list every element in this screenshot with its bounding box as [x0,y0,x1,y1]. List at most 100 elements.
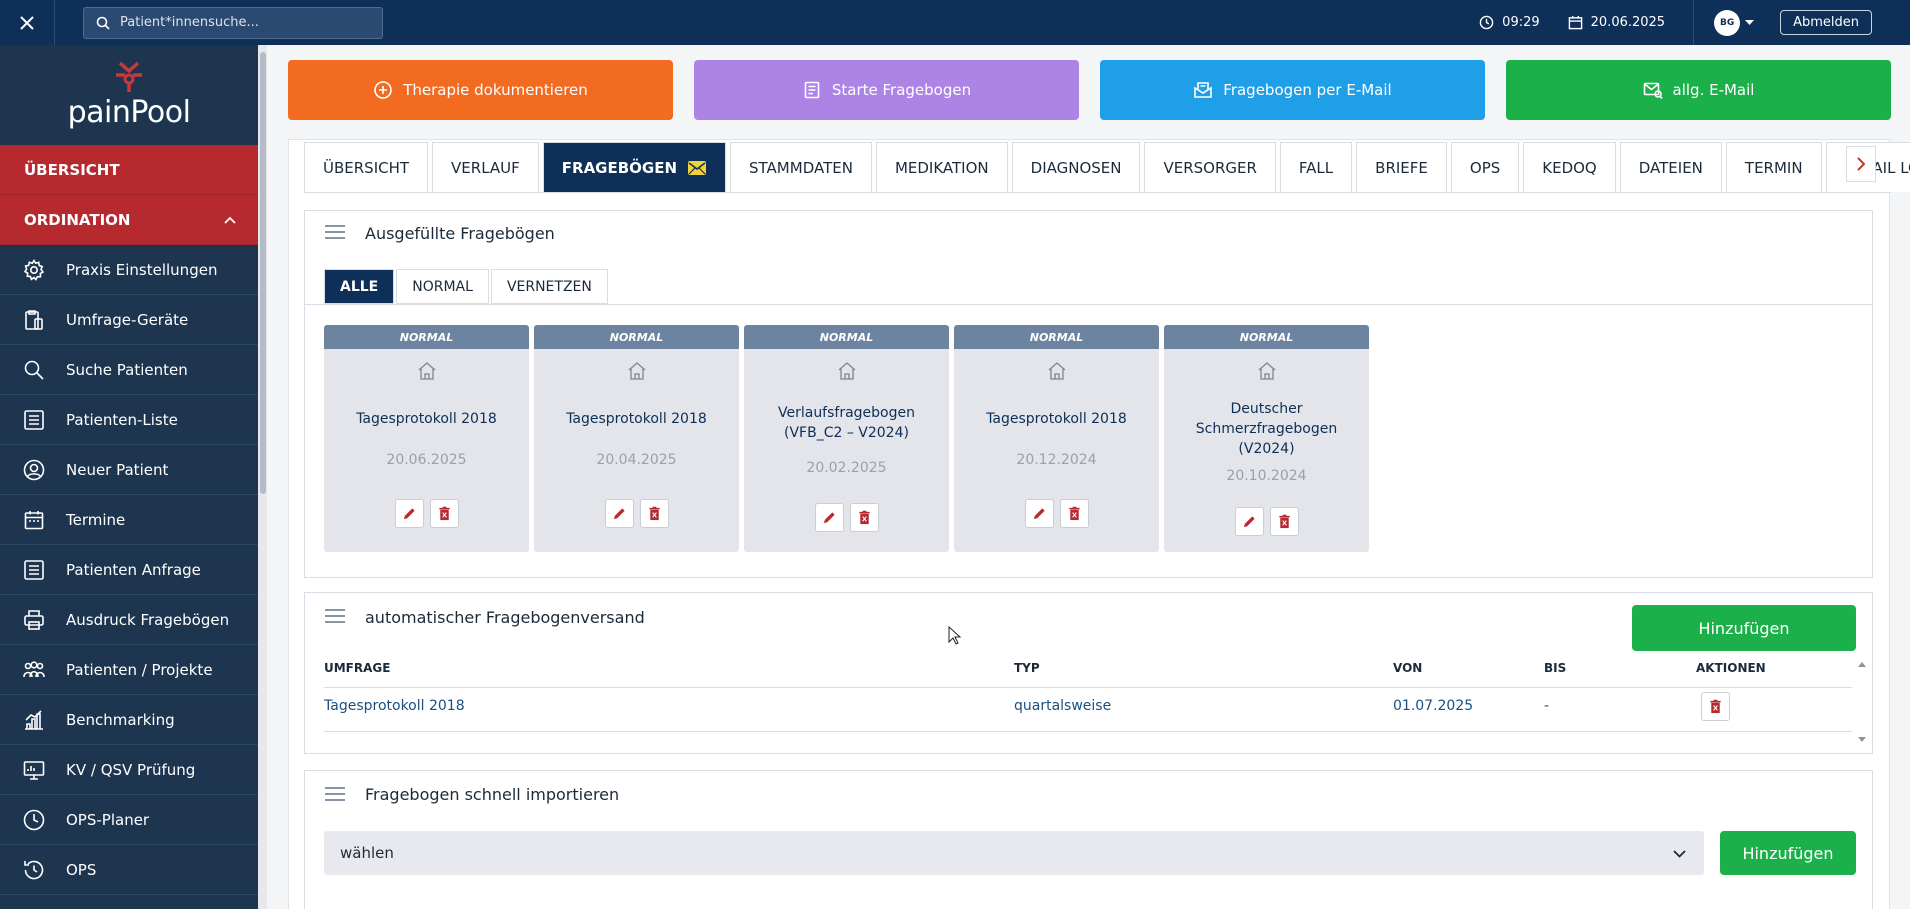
cell-survey[interactable]: Tagesprotokoll 2018 [324,698,465,714]
start-questionnaire-label: Starte Fragebogen [831,81,972,99]
menu-icon[interactable] [325,225,345,243]
document-icon [804,81,820,99]
questionnaire-card[interactable]: NORMAL Deutscher Schmerzfragebogen (V202… [1164,325,1369,552]
tab-versorger[interactable]: VERSORGER [1144,142,1276,192]
questionnaire-name: Verlaufsfragebogen (VFB_C2 – V2024) [777,405,915,441]
delete-button[interactable] [639,499,669,528]
sidebar-item-patienten-projekte[interactable]: Patienten / Projekte [0,645,258,695]
tab-scroll-right-button[interactable] [1846,146,1876,182]
sidebar-item-termine[interactable]: Termine [0,495,258,545]
menu-icon[interactable] [325,787,345,805]
sidebar-item-praxis-einstellungen[interactable]: Praxis Einstellungen [0,245,258,295]
nav-overview[interactable]: ÜBERSICHT [0,145,258,195]
edit-button[interactable] [1234,507,1264,536]
calendar-icon [24,510,44,529]
sidebar-item-label: KV / QSV Prüfung [66,760,196,779]
filter-tab-alle[interactable]: ALLE [324,269,395,304]
sidebar-item-ops-planer[interactable]: OPS-Planer [0,795,258,845]
printer-icon [24,609,44,630]
delete-button[interactable] [429,499,459,528]
questionnaire-card[interactable]: NORMAL Tagesprotokoll 2018 20.04.2025 [534,325,739,552]
import-add-button[interactable]: Hinzufügen [1720,831,1856,875]
tabs-divider [304,192,1891,193]
delete-button[interactable] [849,503,879,532]
column-header-actions: AKTIONEN [1696,661,1766,675]
sidebar-item-neuer-patient[interactable]: Neuer Patient [0,445,258,495]
menu-icon[interactable] [325,609,345,627]
main-content: Therapie dokumentieren Starte Fragebogen… [267,45,1910,909]
user-icon [23,459,45,480]
sidebar-item-label: Umfrage-Geräte [66,310,189,329]
tab-fall[interactable]: FALL [1279,142,1353,192]
search-icon [96,16,110,30]
edit-button[interactable] [1024,499,1054,528]
scroll-up-icon[interactable] [1858,661,1866,667]
tab-briefe[interactable]: BRIEFE [1356,142,1447,192]
nav-ordination-label: ORDINATION [24,210,131,229]
nav-ordination[interactable]: ORDINATION [0,195,258,245]
questionnaire-date: 20.04.2025 [596,452,677,468]
filter-tab-vernetzen[interactable]: VERNETZEN [490,269,608,304]
nav-overview-label: ÜBERSICHT [24,160,120,179]
sidebar-item-ausdruck-frageboegen[interactable]: Ausdruck Fragebögen [0,595,258,645]
list-icon [24,409,44,430]
edit-button[interactable] [394,499,424,528]
tab-label: FRAGEBÖGEN [561,158,678,177]
questionnaire-select[interactable]: wählen [324,831,1704,875]
search-icon [24,360,44,380]
add-dispatch-button[interactable]: Hinzufügen [1632,605,1856,651]
filter-divider [305,304,1872,305]
sidebar-item-benchmarking[interactable]: Benchmarking [0,695,258,745]
tab-diagnosen[interactable]: DIAGNOSEN [1011,142,1141,192]
sidebar-item-label: Neuer Patient [66,460,169,479]
tab-verlauf[interactable]: VERLAUF [432,142,539,192]
home-icon [1256,360,1278,382]
logout-button[interactable]: Abmelden [1780,10,1872,35]
questionnaire-card[interactable]: NORMAL Tagesprotokoll 2018 20.12.2024 [954,325,1159,552]
questionnaire-type-badge: NORMAL [954,325,1159,349]
sidebar-item-ops[interactable]: OPS [0,845,258,895]
therapy-documentation-button[interactable]: Therapie dokumentieren [288,60,673,120]
user-menu[interactable]: BG [1714,9,1755,36]
trash-icon [1710,699,1721,714]
pencil-icon [403,508,415,520]
questionnaire-name: Tagesprotokoll 2018 [986,411,1127,427]
sidebar-scroll-thumb[interactable] [260,52,266,494]
logo[interactable]: painPool [0,45,258,145]
delete-button[interactable] [1701,692,1730,721]
filter-tab-normal[interactable]: NORMAL [396,269,489,304]
edit-button[interactable] [604,499,634,528]
sidebar-item-kv-qsv-pruefung[interactable]: KV / QSV Prüfung [0,745,258,795]
tab-medikation[interactable]: MEDIKATION [875,142,1008,192]
sidebar-item-label: OPS [66,860,97,879]
questionnaire-email-button[interactable]: Fragebogen per E-Mail [1100,60,1485,120]
sidebar-item-suche-patienten[interactable]: Suche Patienten [0,345,258,395]
delete-button[interactable] [1269,507,1299,536]
close-button[interactable] [0,0,55,45]
close-icon [20,15,34,30]
tab-termin[interactable]: TERMIN [1725,142,1822,192]
sidebar-item-patienten-liste[interactable]: Patienten-Liste [0,395,258,445]
general-email-button[interactable]: allg. E-Mail [1506,60,1891,120]
therapy-label: Therapie dokumentieren [403,81,588,99]
start-questionnaire-button[interactable]: Starte Fragebogen [694,60,1079,120]
patient-search[interactable] [83,6,383,39]
sidebar-item-patienten-anfrage[interactable]: Patienten Anfrage [0,545,258,595]
general-email-label: allg. E-Mail [1672,81,1755,99]
sidebar-item-umfrage-geraete[interactable]: Umfrage-Geräte [0,295,258,345]
scroll-down-icon[interactable] [1858,737,1866,743]
tab-uebersicht[interactable]: ÜBERSICHT [304,142,429,192]
search-input[interactable] [120,15,370,30]
sidebar-item-label: Ausdruck Fragebögen [66,610,230,629]
tab-frageboegen[interactable]: FRAGEBÖGEN [542,142,727,192]
tab-kedoq[interactable]: KEDOQ [1523,142,1616,192]
delete-button[interactable] [1059,499,1089,528]
tab-dateien[interactable]: DATEIEN [1619,142,1722,192]
tab-ops[interactable]: OPS [1450,142,1520,192]
cell-type: quartalsweise [1014,698,1112,714]
questionnaire-card[interactable]: NORMAL Verlaufsfragebogen (VFB_C2 – V202… [744,325,949,552]
questionnaire-card[interactable]: NORMAL Tagesprotokoll 2018 20.06.2025 [324,325,529,552]
tab-stammdaten[interactable]: STAMMDATEN [730,142,872,192]
edit-button[interactable] [814,503,844,532]
trash-icon [648,506,660,521]
